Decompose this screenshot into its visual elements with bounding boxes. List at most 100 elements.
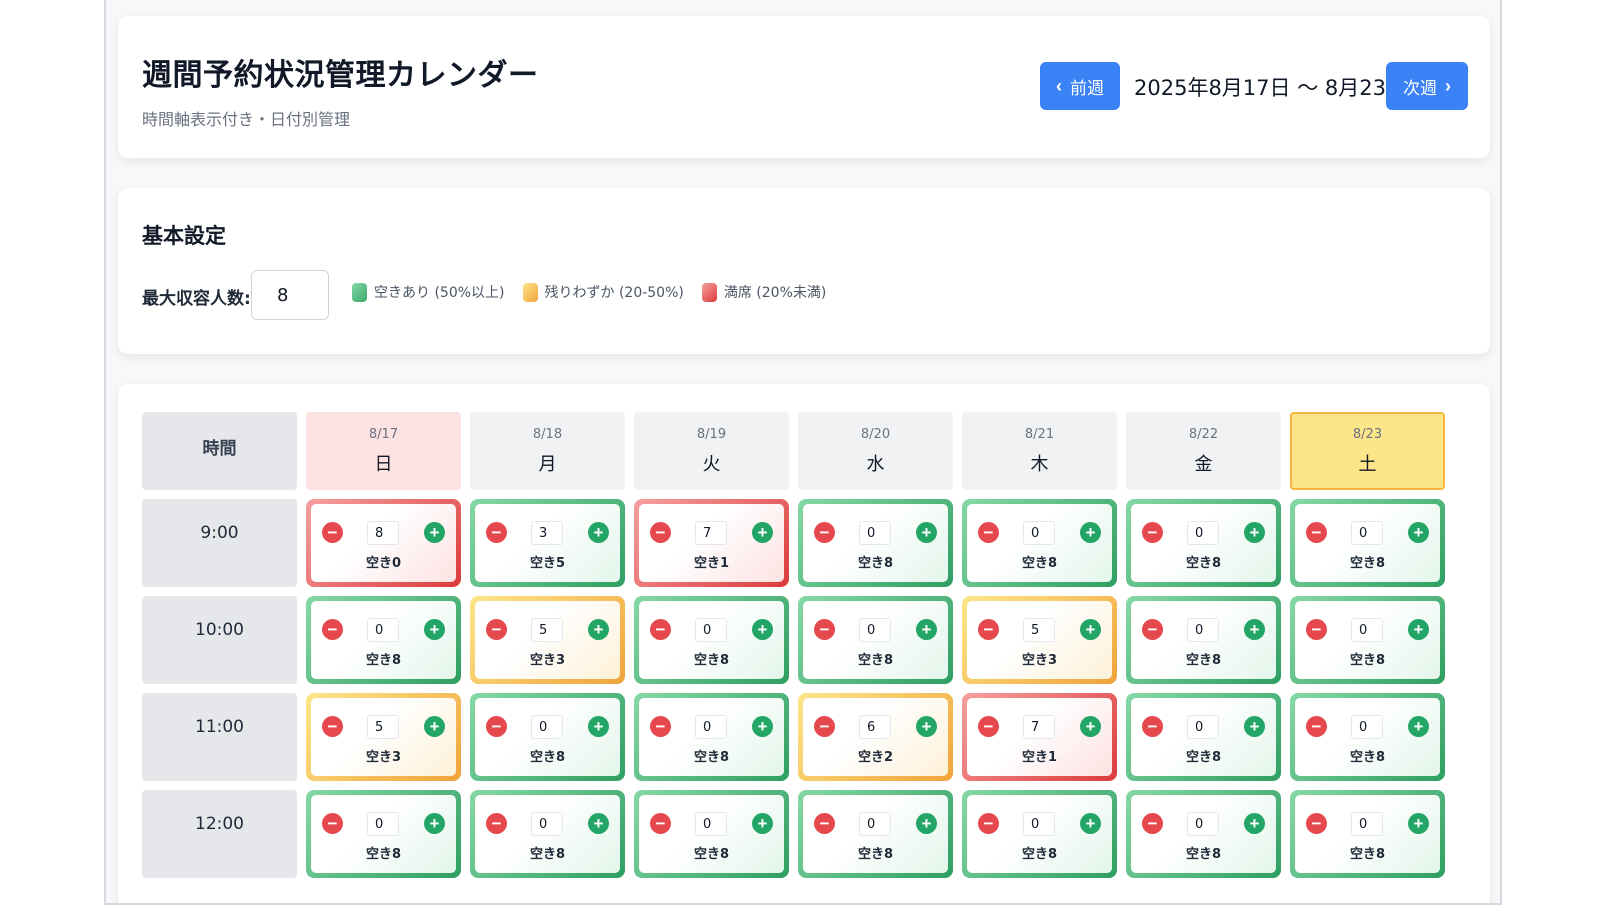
plus-circle-icon[interactable]: + bbox=[752, 813, 773, 834]
plus-circle-icon[interactable]: + bbox=[1080, 813, 1101, 834]
reservation-count-input[interactable] bbox=[1187, 715, 1219, 739]
minus-circle-icon[interactable]: − bbox=[814, 522, 835, 543]
capacity-input[interactable] bbox=[251, 270, 329, 320]
plus-circle-icon[interactable]: + bbox=[752, 716, 773, 737]
legend-label: 残りわずか (20-50%) bbox=[544, 285, 684, 301]
minus-circle-icon[interactable]: − bbox=[1306, 716, 1327, 737]
availability-label: 空き8 bbox=[693, 847, 730, 862]
plus-circle-icon[interactable]: + bbox=[916, 522, 937, 543]
plus-circle-icon[interactable]: + bbox=[588, 619, 609, 640]
minus-circle-icon[interactable]: − bbox=[1142, 522, 1163, 543]
minus-circle-icon[interactable]: − bbox=[1306, 619, 1327, 640]
plus-circle-icon[interactable]: + bbox=[752, 522, 773, 543]
plus-circle-icon[interactable]: + bbox=[1408, 716, 1429, 737]
reservation-count-input[interactable] bbox=[859, 812, 891, 836]
plus-circle-icon[interactable]: + bbox=[588, 716, 609, 737]
minus-circle-icon[interactable]: − bbox=[1306, 813, 1327, 834]
minus-circle-icon[interactable]: − bbox=[322, 813, 343, 834]
plus-circle-icon[interactable]: + bbox=[1408, 619, 1429, 640]
reservation-slot: − + 空き8 bbox=[798, 499, 953, 587]
reservation-count-input[interactable] bbox=[859, 715, 891, 739]
minus-circle-icon[interactable]: − bbox=[650, 522, 671, 543]
minus-circle-icon[interactable]: − bbox=[486, 716, 507, 737]
minus-circle-icon[interactable]: − bbox=[978, 716, 999, 737]
time-label: 11:00 bbox=[142, 693, 297, 781]
prev-week-button[interactable]: ‹ 前週 bbox=[1040, 62, 1120, 110]
plus-circle-icon[interactable]: + bbox=[1244, 716, 1265, 737]
plus-circle-icon[interactable]: + bbox=[588, 813, 609, 834]
plus-circle-icon[interactable]: + bbox=[916, 619, 937, 640]
reservation-count-input[interactable] bbox=[367, 618, 399, 642]
minus-circle-icon[interactable]: − bbox=[486, 619, 507, 640]
minus-circle-icon[interactable]: − bbox=[978, 522, 999, 543]
reservation-count-input[interactable] bbox=[1023, 715, 1055, 739]
minus-circle-icon[interactable]: − bbox=[650, 716, 671, 737]
minus-circle-icon[interactable]: − bbox=[1142, 716, 1163, 737]
reservation-count-input[interactable] bbox=[531, 618, 563, 642]
reservation-count-input[interactable] bbox=[1023, 812, 1055, 836]
reservation-count-input[interactable] bbox=[531, 715, 563, 739]
minus-circle-icon[interactable]: − bbox=[322, 716, 343, 737]
plus-circle-icon[interactable]: + bbox=[1080, 619, 1101, 640]
reservation-count-input[interactable] bbox=[531, 521, 563, 545]
minus-circle-icon[interactable]: − bbox=[1142, 619, 1163, 640]
plus-circle-icon[interactable]: + bbox=[1408, 522, 1429, 543]
availability-label: 空き3 bbox=[365, 750, 402, 765]
plus-circle-icon[interactable]: + bbox=[1244, 813, 1265, 834]
plus-circle-icon[interactable]: + bbox=[752, 619, 773, 640]
minus-circle-icon[interactable]: − bbox=[1142, 813, 1163, 834]
minus-circle-icon[interactable]: − bbox=[650, 813, 671, 834]
minus-circle-icon[interactable]: − bbox=[814, 813, 835, 834]
plus-circle-icon[interactable]: + bbox=[588, 522, 609, 543]
reservation-count-input[interactable] bbox=[695, 812, 727, 836]
reservation-slot: − + 空き8 bbox=[798, 596, 953, 684]
plus-circle-icon[interactable]: + bbox=[424, 522, 445, 543]
plus-circle-icon[interactable]: + bbox=[916, 813, 937, 834]
reservation-count-input[interactable] bbox=[1187, 618, 1219, 642]
reservation-count-input[interactable] bbox=[367, 812, 399, 836]
reservation-count-input[interactable] bbox=[1351, 521, 1383, 545]
reservation-count-input[interactable] bbox=[1023, 521, 1055, 545]
minus-circle-icon[interactable]: − bbox=[814, 619, 835, 640]
minus-circle-icon[interactable]: − bbox=[486, 813, 507, 834]
next-week-button[interactable]: 次週 › bbox=[1386, 62, 1468, 110]
minus-circle-icon[interactable]: − bbox=[486, 522, 507, 543]
plus-circle-icon[interactable]: + bbox=[1080, 522, 1101, 543]
minus-circle-icon[interactable]: − bbox=[814, 716, 835, 737]
plus-circle-icon[interactable]: + bbox=[424, 619, 445, 640]
legend-swatch-green bbox=[352, 282, 367, 302]
plus-circle-icon[interactable]: + bbox=[424, 716, 445, 737]
reservation-count-input[interactable] bbox=[1351, 715, 1383, 739]
reservation-count-input[interactable] bbox=[367, 715, 399, 739]
reservation-count-input[interactable] bbox=[1187, 521, 1219, 545]
minus-circle-icon[interactable]: − bbox=[322, 522, 343, 543]
minus-circle-icon[interactable]: − bbox=[978, 619, 999, 640]
reservation-count-input[interactable] bbox=[859, 521, 891, 545]
plus-circle-icon[interactable]: + bbox=[1244, 619, 1265, 640]
plus-circle-icon[interactable]: + bbox=[424, 813, 445, 834]
reservation-count-input[interactable] bbox=[1023, 618, 1055, 642]
plus-circle-icon[interactable]: + bbox=[1244, 522, 1265, 543]
plus-circle-icon[interactable]: + bbox=[916, 716, 937, 737]
reservation-count-input[interactable] bbox=[695, 521, 727, 545]
reservation-count-input[interactable] bbox=[1351, 812, 1383, 836]
reservation-count-input[interactable] bbox=[367, 521, 399, 545]
reservation-count-input[interactable] bbox=[695, 715, 727, 739]
minus-circle-icon[interactable]: − bbox=[650, 619, 671, 640]
reservation-count-input[interactable] bbox=[1351, 618, 1383, 642]
plus-circle-icon[interactable]: + bbox=[1408, 813, 1429, 834]
reservation-slot: − + 空き8 bbox=[1126, 790, 1281, 878]
availability-label: 空き8 bbox=[1349, 750, 1386, 765]
slot-body: − + 空き8 bbox=[639, 795, 784, 873]
plus-circle-icon[interactable]: + bbox=[1080, 716, 1101, 737]
reservation-count-input[interactable] bbox=[531, 812, 563, 836]
reservation-slot: − + 空き8 bbox=[470, 693, 625, 781]
minus-circle-icon[interactable]: − bbox=[978, 813, 999, 834]
reservation-count-input[interactable] bbox=[859, 618, 891, 642]
minus-circle-icon[interactable]: − bbox=[1306, 522, 1327, 543]
reservation-count-input[interactable] bbox=[695, 618, 727, 642]
day-name: 水 bbox=[866, 454, 885, 475]
minus-circle-icon[interactable]: − bbox=[322, 619, 343, 640]
reservation-slot: − + 空き8 bbox=[306, 596, 461, 684]
reservation-count-input[interactable] bbox=[1187, 812, 1219, 836]
